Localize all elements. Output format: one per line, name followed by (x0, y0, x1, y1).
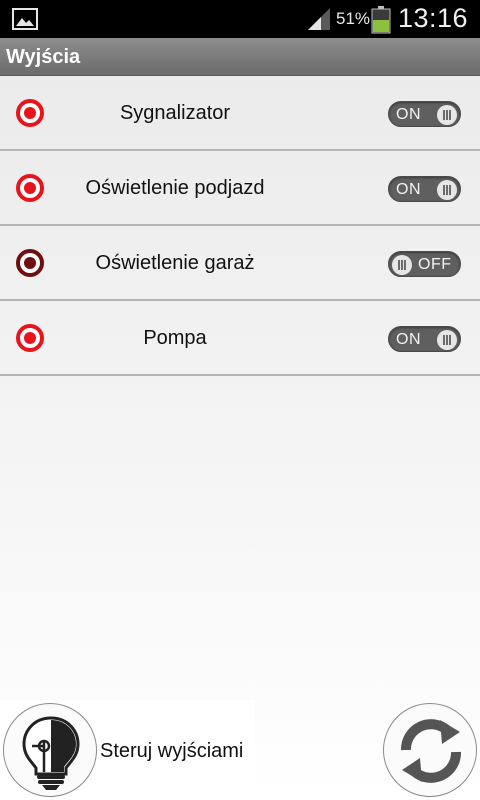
toggle-state: ON (396, 106, 421, 123)
battery-icon (371, 6, 391, 39)
toggle-state: OFF (418, 256, 452, 273)
status-indicator-icon (16, 249, 44, 277)
outputs-list: Sygnalizator ON Oświetlenie podjazd ON O… (0, 76, 480, 376)
output-toggle[interactable]: OFF (388, 251, 461, 277)
toggle-knob[interactable] (437, 105, 457, 125)
output-row[interactable]: Sygnalizator ON (0, 76, 480, 151)
refresh-icon (401, 719, 461, 783)
refresh-button[interactable] (383, 703, 477, 797)
output-toggle[interactable]: ON (388, 326, 461, 352)
output-label: Oświetlenie garaż (95, 252, 255, 274)
status-indicator-icon (16, 324, 44, 352)
lightbulb-icon (22, 716, 80, 790)
status-indicator-icon (16, 174, 44, 202)
output-label: Sygnalizator (119, 102, 231, 124)
output-row[interactable]: Oświetlenie podjazd ON (0, 151, 480, 226)
output-row[interactable]: Pompa ON (0, 301, 480, 376)
output-toggle[interactable]: ON (388, 101, 461, 127)
output-toggle[interactable]: ON (388, 176, 461, 202)
output-label: Pompa (143, 327, 207, 349)
output-label: Oświetlenie podjazd (85, 177, 265, 199)
battery-percent: 51% (336, 9, 371, 28)
page-title: Wyjścia (6, 46, 81, 68)
clock: 13:16 (398, 3, 469, 33)
status-indicator-icon (16, 99, 44, 127)
toggle-knob[interactable] (392, 255, 412, 275)
title-bar: Wyjścia (0, 38, 480, 76)
signal-icon (306, 7, 332, 36)
control-outputs-button[interactable] (3, 703, 97, 797)
toggle-state: ON (396, 331, 421, 348)
control-outputs-label[interactable]: Steruj wyjściami (100, 740, 243, 763)
toggle-knob[interactable] (437, 330, 457, 350)
status-bar: 51% 13:16 (0, 0, 480, 38)
gallery-icon (12, 8, 38, 35)
toggle-knob[interactable] (437, 180, 457, 200)
toggle-state: ON (396, 181, 421, 198)
output-row[interactable]: Oświetlenie garaż OFF (0, 226, 480, 301)
